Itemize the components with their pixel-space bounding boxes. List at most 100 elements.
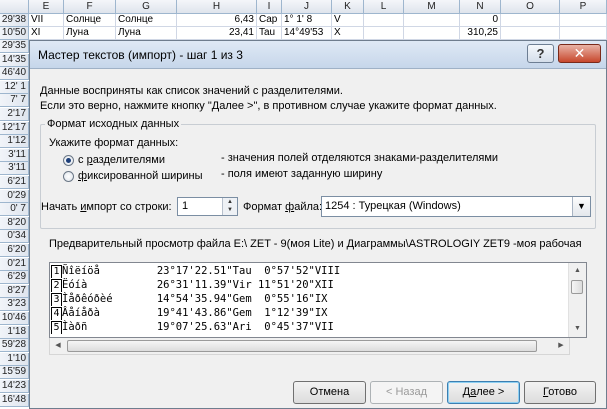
row-header[interactable]: 46'40 <box>0 67 29 81</box>
cell[interactable] <box>404 27 460 40</box>
row-header[interactable]: 29'35 <box>0 40 29 53</box>
row-header[interactable]: 3'23 <box>0 298 29 312</box>
row-header[interactable]: 1'12 <box>0 135 29 149</box>
vertical-scroll-thumb[interactable] <box>571 280 583 294</box>
cell[interactable]: Cap <box>257 14 282 27</box>
row-header[interactable]: 0'29 <box>0 189 29 203</box>
cell[interactable]: 0 <box>460 14 501 27</box>
row-header[interactable]: 12' 1 <box>0 80 29 94</box>
scroll-up-icon[interactable]: ▲ <box>569 263 586 279</box>
row-header[interactable]: 3'11 <box>0 162 29 176</box>
start-row-label: Начать импорт со строки: <box>41 201 172 213</box>
radio-fixed-width-label[interactable]: фиксированной ширины <box>78 170 203 182</box>
preview-line-number: 3 <box>51 293 62 306</box>
cancel-button[interactable]: Отмена <box>293 381 366 404</box>
row-header[interactable]: 16'48 <box>0 393 29 407</box>
cell[interactable] <box>364 27 404 40</box>
cell[interactable]: X <box>332 27 364 40</box>
cell[interactable] <box>501 27 560 40</box>
row-header[interactable]: 3'11 <box>0 148 29 162</box>
row-header[interactable]: 7' 7 <box>0 94 29 108</box>
start-row-value[interactable]: 1 <box>182 200 188 212</box>
row-header[interactable]: 12'17 <box>0 121 29 135</box>
row-header[interactable]: 10'50 <box>0 27 29 40</box>
cell[interactable]: XI <box>29 27 64 40</box>
file-format-select[interactable]: 1254 : Турецкая (Windows) ▼ <box>321 196 591 217</box>
cell[interactable]: 310,25 <box>460 27 501 40</box>
row-header[interactable]: 0'21 <box>0 257 29 271</box>
column-header-n[interactable]: N <box>460 0 501 14</box>
cell[interactable]: 1° 1' 8 <box>282 14 332 27</box>
row-header[interactable]: 6'21 <box>0 176 29 189</box>
finish-button[interactable]: Готово <box>524 381 596 404</box>
column-header-l[interactable]: L <box>364 0 404 14</box>
cell[interactable]: 14°49'53 <box>282 27 332 40</box>
scroll-left-icon[interactable]: ◀ <box>50 338 66 354</box>
preview-line-text: Ìàðñ 19°07'25.63"Ari 0°45'37"VII <box>62 321 334 333</box>
column-header-k[interactable]: K <box>332 0 364 14</box>
help-button[interactable]: ? <box>527 44 554 63</box>
intro-text-line1: Данные восприняты как список значений с … <box>40 85 343 97</box>
row-header[interactable]: 29'38 <box>0 14 29 27</box>
back-button[interactable]: < Назад <box>370 381 443 404</box>
cell[interactable]: VII <box>29 14 64 27</box>
cell[interactable] <box>560 27 607 40</box>
radio-fixed-width-description: - поля имеют заданную ширину <box>221 168 383 180</box>
radio-fixed-width[interactable] <box>63 171 74 182</box>
row-header[interactable]: 8'27 <box>0 284 29 298</box>
row-header[interactable]: 6'20 <box>0 244 29 257</box>
cell[interactable]: Луна <box>116 27 177 40</box>
row-header[interactable]: 2'17 <box>0 108 29 121</box>
preview-line-number: 1 <box>51 265 62 278</box>
cell[interactable]: 6,43 <box>177 14 257 27</box>
preview-line-text: Âåíåðà 19°41'43.86"Gem 1°12'39"IX <box>62 307 328 319</box>
table-row: 29'38 VII Солнце Солнце 6,43 Cap 1° 1' 8… <box>0 14 607 27</box>
radio-delimited[interactable] <box>63 155 74 166</box>
row-header[interactable]: 14'35 <box>0 53 29 67</box>
column-header-h[interactable]: H <box>177 0 257 14</box>
column-header-f[interactable]: F <box>64 0 116 14</box>
row-header[interactable]: 8'20 <box>0 216 29 230</box>
close-button[interactable]: ✕ <box>558 44 601 63</box>
corner-header[interactable] <box>0 0 29 14</box>
cell[interactable]: Солнце <box>64 14 116 27</box>
scroll-right-icon[interactable]: ▶ <box>553 338 569 354</box>
row-header[interactable]: 10'46 <box>0 312 29 325</box>
cell[interactable]: Tau <box>257 27 282 40</box>
spinner-down-icon[interactable]: ▼ <box>224 206 236 214</box>
dialog-titlebar[interactable]: Мастер текстов (импорт) - шаг 1 из 3 ? ✕ <box>30 41 606 69</box>
row-header[interactable]: 59'28 <box>0 339 29 353</box>
row-header[interactable]: 6'29 <box>0 271 29 285</box>
cell[interactable] <box>404 14 460 27</box>
cell[interactable] <box>560 14 607 27</box>
preview-vertical-scrollbar[interactable]: ▲ ▼ <box>568 263 586 337</box>
cell[interactable]: 23,41 <box>177 27 257 40</box>
scroll-down-icon[interactable]: ▼ <box>569 321 586 337</box>
column-header-p[interactable]: P <box>560 0 607 14</box>
column-header-o[interactable]: O <box>501 0 560 14</box>
horizontal-scroll-thumb[interactable] <box>67 340 537 352</box>
preview-horizontal-scrollbar[interactable]: ◀ ▶ <box>49 338 570 355</box>
column-header-e[interactable]: E <box>29 0 64 14</box>
column-header-j[interactable]: J <box>282 0 332 14</box>
column-header-i[interactable]: I <box>257 0 282 14</box>
cell[interactable] <box>364 14 404 27</box>
start-row-spinner[interactable]: 1 ▲ ▼ <box>177 197 238 216</box>
row-header[interactable]: 14'23 <box>0 380 29 393</box>
column-header-g[interactable]: G <box>116 0 177 14</box>
column-header-m[interactable]: M <box>404 0 460 14</box>
row-header[interactable]: 0' 7 <box>0 203 29 217</box>
cell[interactable]: V <box>332 14 364 27</box>
cell[interactable]: Солнце <box>116 14 177 27</box>
row-header[interactable]: 1'18 <box>0 325 29 339</box>
spinner-up-icon[interactable]: ▲ <box>224 198 236 206</box>
cell[interactable] <box>501 14 560 27</box>
cell[interactable]: Луна <box>64 27 116 40</box>
row-header[interactable]: 1'10 <box>0 352 29 366</box>
radio-delimited-label[interactable]: с разделителями <box>78 154 165 166</box>
row-header[interactable]: 15'59 <box>0 366 29 380</box>
next-button[interactable]: Далее > <box>447 381 520 404</box>
file-preview[interactable]: 1 Ñîëíöå 23°17'22.51"Tau 0°57'52"VIII 2 … <box>49 262 587 338</box>
row-header[interactable]: 0'34 <box>0 230 29 244</box>
chevron-down-icon[interactable]: ▼ <box>572 197 590 216</box>
